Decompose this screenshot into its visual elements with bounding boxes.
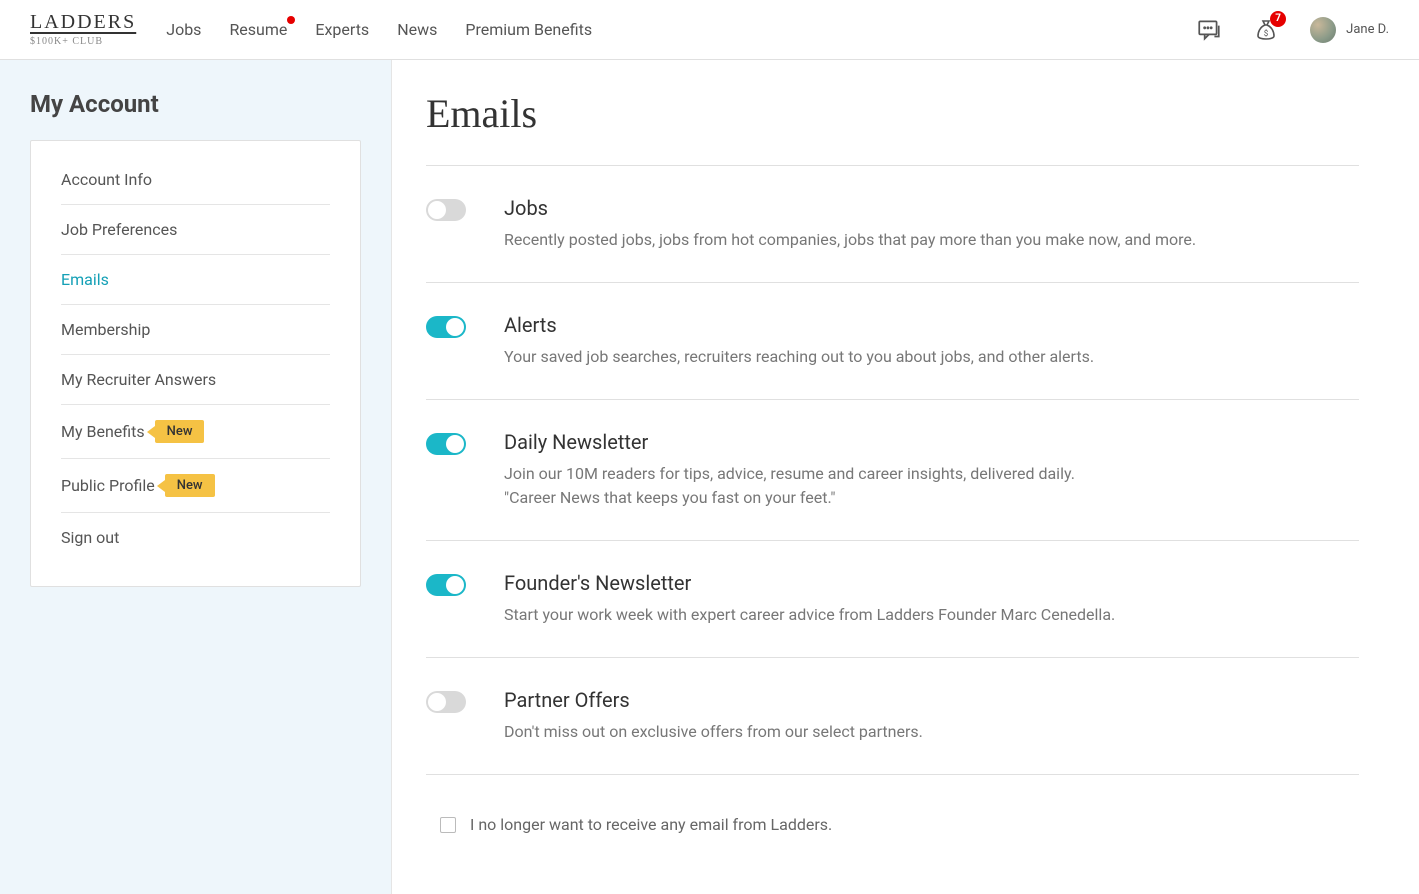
main-content: Emails Jobs Recently posted jobs, jobs f…: [392, 60, 1419, 894]
nav-experts[interactable]: Experts: [315, 20, 369, 39]
section-title: Founder's Newsletter: [504, 571, 1359, 595]
sidebar-item-label: Sign out: [61, 528, 119, 547]
sidebar-item-job-preferences[interactable]: Job Preferences: [61, 205, 330, 255]
svg-text:$: $: [1264, 29, 1269, 38]
logo[interactable]: LADDERS $100K+ CLUB: [30, 12, 136, 47]
nav-premium-benefits[interactable]: Premium Benefits: [465, 20, 592, 39]
section-title: Jobs: [504, 196, 1359, 220]
sidebar: My Account Account Info Job Preferences …: [0, 60, 392, 894]
section-content: Daily Newsletter Join our 10M readers fo…: [504, 430, 1359, 510]
nav-news[interactable]: News: [397, 20, 437, 39]
header: LADDERS $100K+ CLUB Jobs Resume Experts …: [0, 0, 1419, 60]
notification-badge: 7: [1270, 11, 1286, 27]
nav-label: Experts: [315, 20, 369, 39]
unsubscribe-checkbox[interactable]: [440, 817, 456, 833]
sidebar-item-label: Public Profile: [61, 476, 155, 495]
section-desc: Don't miss out on exclusive offers from …: [504, 720, 1359, 744]
desc-line: Join our 10M readers for tips, advice, r…: [504, 462, 1359, 486]
money-bag-button[interactable]: $ 7: [1254, 17, 1278, 43]
section-desc: Start your work week with expert career …: [504, 603, 1359, 627]
toggle-partner-offers[interactable]: [426, 691, 466, 713]
main-nav: Jobs Resume Experts News Premium Benefit…: [166, 20, 592, 39]
section-content: Alerts Your saved job searches, recruite…: [504, 313, 1359, 369]
body-wrap: My Account Account Info Job Preferences …: [0, 60, 1419, 894]
avatar: [1310, 17, 1336, 43]
section-title: Partner Offers: [504, 688, 1359, 712]
sidebar-item-label: Job Preferences: [61, 220, 177, 239]
sidebar-item-my-benefits[interactable]: My Benefits New: [61, 405, 330, 459]
toggle-founders-newsletter[interactable]: [426, 574, 466, 596]
email-section-jobs: Jobs Recently posted jobs, jobs from hot…: [426, 165, 1359, 282]
toggle-knob: [428, 201, 446, 219]
notification-dot-icon: [287, 16, 295, 24]
section-desc: Join our 10M readers for tips, advice, r…: [504, 462, 1359, 510]
toggle-knob: [428, 693, 446, 711]
nav-label: Resume: [229, 20, 287, 39]
section-content: Partner Offers Don't miss out on exclusi…: [504, 688, 1359, 744]
sidebar-item-label: Emails: [61, 270, 109, 289]
toggle-knob: [446, 435, 464, 453]
page-title: Emails: [426, 90, 1359, 137]
new-badge: New: [155, 420, 205, 443]
sidebar-item-label: My Benefits: [61, 422, 145, 441]
email-section-founders-newsletter: Founder's Newsletter Start your work wee…: [426, 540, 1359, 657]
sidebar-item-label: Account Info: [61, 170, 152, 189]
nav-label: Jobs: [166, 20, 201, 39]
sidebar-item-public-profile[interactable]: Public Profile New: [61, 459, 330, 513]
email-section-partner-offers: Partner Offers Don't miss out on exclusi…: [426, 657, 1359, 774]
unsubscribe-row: I no longer want to receive any email fr…: [426, 774, 1359, 854]
section-title: Alerts: [504, 313, 1359, 337]
toggle-alerts[interactable]: [426, 316, 466, 338]
section-title: Daily Newsletter: [504, 430, 1359, 454]
user-name: Jane D.: [1346, 22, 1389, 37]
toggle-knob: [446, 576, 464, 594]
sidebar-item-sign-out[interactable]: Sign out: [61, 513, 330, 562]
messages-button[interactable]: [1196, 17, 1222, 43]
toggle-jobs[interactable]: [426, 199, 466, 221]
section-content: Founder's Newsletter Start your work wee…: [504, 571, 1359, 627]
sidebar-item-account-info[interactable]: Account Info: [61, 155, 330, 205]
nav-label: News: [397, 20, 437, 39]
desc-line: "Career News that keeps you fast on your…: [504, 486, 1359, 510]
unsubscribe-label[interactable]: I no longer want to receive any email fr…: [470, 815, 832, 834]
email-section-daily-newsletter: Daily Newsletter Join our 10M readers fo…: [426, 399, 1359, 540]
email-section-alerts: Alerts Your saved job searches, recruite…: [426, 282, 1359, 399]
nav-resume[interactable]: Resume: [229, 20, 287, 39]
nav-label: Premium Benefits: [465, 20, 592, 39]
section-content: Jobs Recently posted jobs, jobs from hot…: [504, 196, 1359, 252]
header-right: $ 7 Jane D.: [1196, 17, 1389, 43]
nav-jobs[interactable]: Jobs: [166, 20, 201, 39]
logo-sub-text: $100K+ CLUB: [30, 37, 136, 47]
toggle-daily-newsletter[interactable]: [426, 433, 466, 455]
sidebar-item-label: Membership: [61, 320, 150, 339]
sidebar-menu: Account Info Job Preferences Emails Memb…: [30, 140, 361, 587]
sidebar-item-emails[interactable]: Emails: [61, 255, 330, 305]
sidebar-item-membership[interactable]: Membership: [61, 305, 330, 355]
sidebar-title: My Account: [30, 90, 361, 118]
toggle-knob: [446, 318, 464, 336]
new-badge: New: [165, 474, 215, 497]
logo-main-text: LADDERS: [30, 12, 136, 32]
section-desc: Recently posted jobs, jobs from hot comp…: [504, 228, 1359, 252]
sidebar-item-label: My Recruiter Answers: [61, 370, 216, 389]
sidebar-item-recruiter-answers[interactable]: My Recruiter Answers: [61, 355, 330, 405]
user-menu[interactable]: Jane D.: [1310, 17, 1389, 43]
chat-icon: [1196, 17, 1222, 43]
section-desc: Your saved job searches, recruiters reac…: [504, 345, 1359, 369]
